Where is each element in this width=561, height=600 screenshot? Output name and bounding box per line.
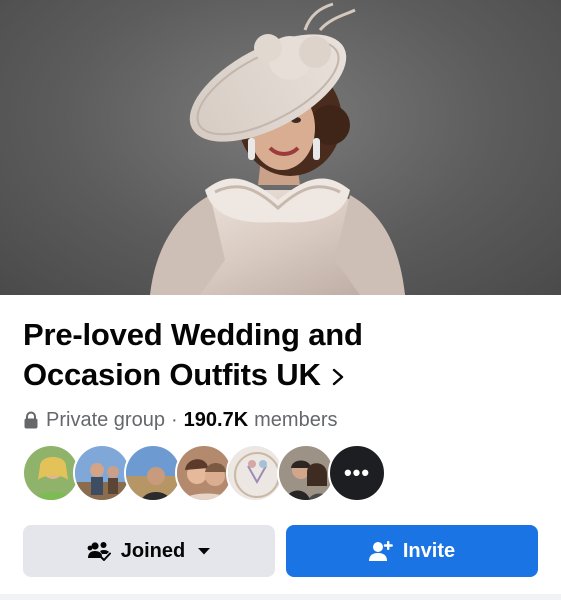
- group-meta: Private group · 190.7K members: [23, 407, 338, 433]
- member-count-label[interactable]: members: [254, 409, 337, 432]
- more-dots-icon: •••: [343, 460, 371, 485]
- group-title-line-1: Pre-loved Wedding and: [23, 317, 363, 352]
- add-person-icon: [368, 541, 393, 561]
- cover-photo[interactable]: [0, 0, 561, 295]
- avatar-photo-icon: [24, 446, 78, 500]
- section-divider: [0, 594, 561, 600]
- chevron-right-icon: [332, 368, 343, 386]
- avatar-photo-icon: [126, 446, 180, 500]
- member-avatar-3[interactable]: [124, 444, 182, 502]
- member-avatar-2[interactable]: [73, 444, 131, 502]
- group-title-line-2-text: Occasion Outfits UK: [23, 357, 321, 392]
- avatar-photo-icon: [177, 446, 231, 500]
- meta-separator: ·: [170, 408, 178, 431]
- cover-illustration: [150, 2, 405, 295]
- member-count[interactable]: 190.7K: [184, 409, 249, 432]
- people-check-icon: [87, 542, 111, 562]
- avatar-photo-icon: [75, 446, 129, 500]
- member-avatar-6[interactable]: [277, 444, 335, 502]
- invite-button[interactable]: Invite: [286, 525, 538, 577]
- member-avatar-4[interactable]: [175, 444, 233, 502]
- group-title-line-2: Occasion Outfits UK: [23, 355, 543, 395]
- member-avatar-5[interactable]: [226, 444, 284, 502]
- joined-button-label: Joined: [120, 539, 186, 562]
- avatar-photo-icon: [228, 446, 282, 500]
- lock-icon: [24, 411, 38, 429]
- member-avatars[interactable]: •••: [22, 444, 386, 504]
- privacy-label: Private group: [46, 408, 165, 431]
- joined-button[interactable]: Joined: [23, 525, 275, 577]
- more-members-button[interactable]: •••: [328, 444, 386, 502]
- group-title[interactable]: Pre-loved Wedding and Occasion Outfits U…: [23, 315, 543, 395]
- invite-button-label: Invite: [402, 539, 456, 562]
- avatar-photo-icon: [279, 446, 333, 500]
- caret-down-icon: [198, 548, 211, 555]
- member-avatar-1[interactable]: [22, 444, 80, 502]
